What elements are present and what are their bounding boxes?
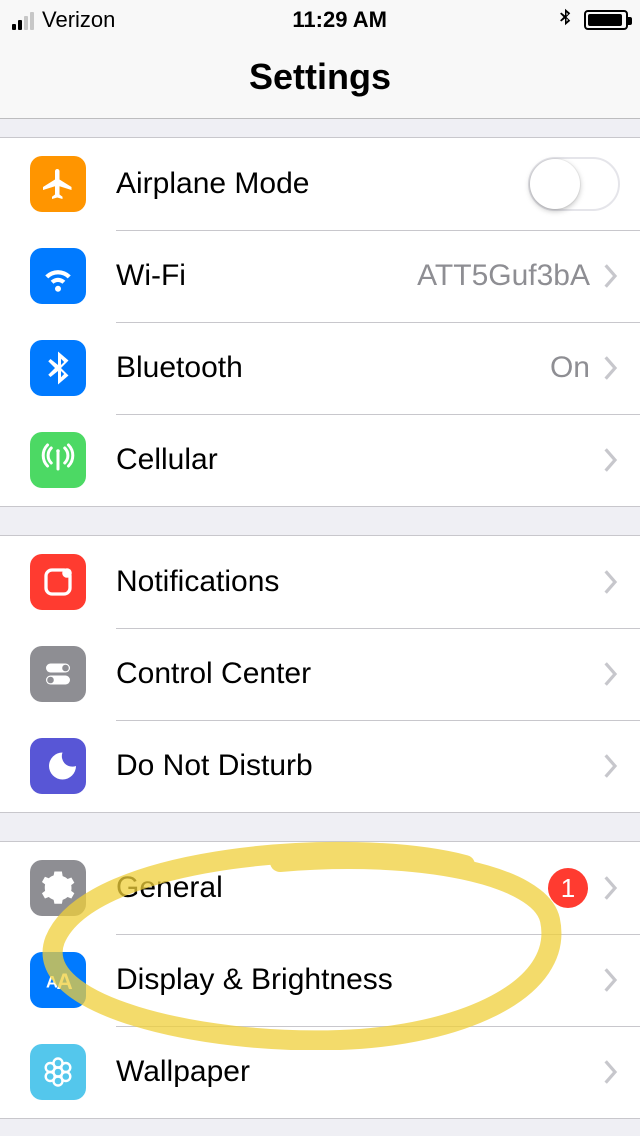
- wifi-icon: [30, 248, 86, 304]
- chevron-right-icon: [602, 752, 620, 780]
- row-bluetooth[interactable]: Bluetooth On: [0, 322, 640, 414]
- row-general[interactable]: General 1: [0, 842, 640, 934]
- chevron-right-icon: [602, 966, 620, 994]
- bluetooth-detail: On: [550, 351, 590, 385]
- general-badge: 1: [548, 868, 588, 908]
- chevron-right-icon: [602, 568, 620, 596]
- status-bar: Verizon 11:29 AM: [0, 0, 640, 40]
- wifi-label: Wi-Fi: [116, 259, 186, 293]
- settings-group-general: General 1 AA Display & Brightness Wallpa…: [0, 841, 640, 1119]
- chevron-right-icon: [602, 446, 620, 474]
- bluetooth-label: Bluetooth: [116, 351, 243, 385]
- clock: 11:29 AM: [292, 7, 387, 33]
- status-left: Verizon: [12, 7, 123, 33]
- bluetooth-status-icon: [556, 6, 574, 34]
- chevron-right-icon: [602, 874, 620, 902]
- notifications-icon: [30, 554, 86, 610]
- chevron-right-icon: [602, 1058, 620, 1086]
- row-display-brightness[interactable]: AA Display & Brightness: [0, 934, 640, 1026]
- row-wifi[interactable]: Wi-Fi ATT5Guf3bA: [0, 230, 640, 322]
- airplane-label: Airplane Mode: [116, 167, 309, 201]
- status-right: [556, 6, 628, 34]
- chevron-right-icon: [602, 354, 620, 382]
- general-label: General: [116, 871, 223, 905]
- cellular-label: Cellular: [116, 443, 218, 477]
- do-not-disturb-icon: [30, 738, 86, 794]
- chevron-right-icon: [602, 262, 620, 290]
- display-label: Display & Brightness: [116, 963, 393, 997]
- airplane-toggle[interactable]: [528, 157, 620, 211]
- cellular-icon: [30, 432, 86, 488]
- settings-group-connectivity: Airplane Mode Wi-Fi ATT5Guf3bA Bluetooth…: [0, 137, 640, 507]
- bluetooth-icon: [30, 340, 86, 396]
- wallpaper-icon: [30, 1044, 86, 1100]
- dnd-label: Do Not Disturb: [116, 749, 313, 783]
- general-icon: [30, 860, 86, 916]
- wifi-detail: ATT5Guf3bA: [417, 259, 590, 293]
- svg-text:A: A: [57, 969, 73, 994]
- airplane-icon: [30, 156, 86, 212]
- control-center-label: Control Center: [116, 657, 311, 691]
- row-airplane-mode[interactable]: Airplane Mode: [0, 138, 640, 230]
- control-center-icon: [30, 646, 86, 702]
- page-title: Settings: [0, 40, 640, 119]
- notifications-label: Notifications: [116, 565, 279, 599]
- row-cellular[interactable]: Cellular: [0, 414, 640, 506]
- display-brightness-icon: AA: [30, 952, 86, 1008]
- settings-group-notifications: Notifications Control Center Do Not Dist…: [0, 535, 640, 813]
- signal-strength-icon: [12, 10, 34, 30]
- row-do-not-disturb[interactable]: Do Not Disturb: [0, 720, 640, 812]
- wallpaper-label: Wallpaper: [116, 1055, 250, 1089]
- battery-icon: [584, 10, 628, 30]
- chevron-right-icon: [602, 660, 620, 688]
- row-notifications[interactable]: Notifications: [0, 536, 640, 628]
- carrier-label: Verizon: [42, 7, 115, 33]
- row-wallpaper[interactable]: Wallpaper: [0, 1026, 640, 1118]
- row-control-center[interactable]: Control Center: [0, 628, 640, 720]
